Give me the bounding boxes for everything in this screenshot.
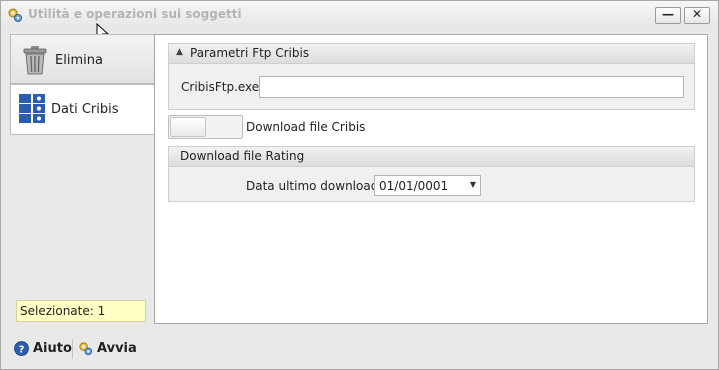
last-download-date-value: 01/01/0001 xyxy=(379,179,449,193)
download-cribis-label: Download file Cribis xyxy=(246,120,366,134)
nav-tab-elimina[interactable]: Elimina xyxy=(10,34,155,84)
close-button[interactable]: ✕ xyxy=(684,7,710,24)
content-panel: ▲ Parametri Ftp Cribis CribisFtp.exe Dow… xyxy=(154,34,708,324)
minimize-button[interactable]: — xyxy=(655,7,681,24)
toggle-knob xyxy=(170,117,206,137)
nav-tab-dati-cribis[interactable]: Dati Cribis xyxy=(10,84,156,135)
gears-icon xyxy=(8,8,22,22)
nav-label-dati-cribis: Dati Cribis xyxy=(51,102,119,117)
run-button[interactable]: Avvia xyxy=(78,341,138,359)
app-window: Utilità e operazioni sui soggetti — ✕ El… xyxy=(0,0,719,370)
help-button[interactable]: ? Aiuto xyxy=(14,341,72,359)
rating-download-header: Download file Rating xyxy=(169,147,694,167)
minimize-icon: — xyxy=(662,7,674,21)
nav-label-elimina: Elimina xyxy=(55,53,103,68)
collapse-caret-icon[interactable]: ▲ xyxy=(176,47,183,57)
last-download-label: Data ultimo download xyxy=(246,179,379,193)
rating-download-group: Download file Rating Data ultimo downloa… xyxy=(168,146,695,202)
toolbar-separator xyxy=(72,339,73,359)
last-download-date-select[interactable]: 01/01/0001 ▼ xyxy=(374,175,481,196)
footer-toolbar: ? Aiuto Avvia xyxy=(1,327,718,369)
window-title: Utilità e operazioni sui soggetti xyxy=(28,7,242,21)
help-label: Aiuto xyxy=(33,341,72,356)
ftp-parameters-group: ▲ Parametri Ftp Cribis CribisFtp.exe xyxy=(168,43,695,110)
download-cribis-toggle[interactable] xyxy=(168,115,243,139)
run-label: Avvia xyxy=(97,341,137,356)
svg-text:?: ? xyxy=(19,345,25,356)
cribis-ftp-path-input[interactable] xyxy=(259,76,684,98)
gears-icon xyxy=(79,342,93,356)
trash-icon xyxy=(23,46,47,75)
grid-icon xyxy=(19,94,45,123)
ftp-parameters-title: Parametri Ftp Cribis xyxy=(190,46,310,60)
rating-download-title: Download file Rating xyxy=(180,149,305,163)
selection-count: Selezionate: 1 xyxy=(16,300,146,322)
ftp-parameters-header[interactable]: ▲ Parametri Ftp Cribis xyxy=(169,44,694,64)
left-navigation: Elimina Dati Cribis xyxy=(10,34,156,324)
close-icon: ✕ xyxy=(691,7,703,21)
cribis-ftp-label: CribisFtp.exe xyxy=(181,80,260,94)
dropdown-arrow-icon[interactable]: ▼ xyxy=(470,180,476,189)
help-icon: ? xyxy=(14,341,29,356)
